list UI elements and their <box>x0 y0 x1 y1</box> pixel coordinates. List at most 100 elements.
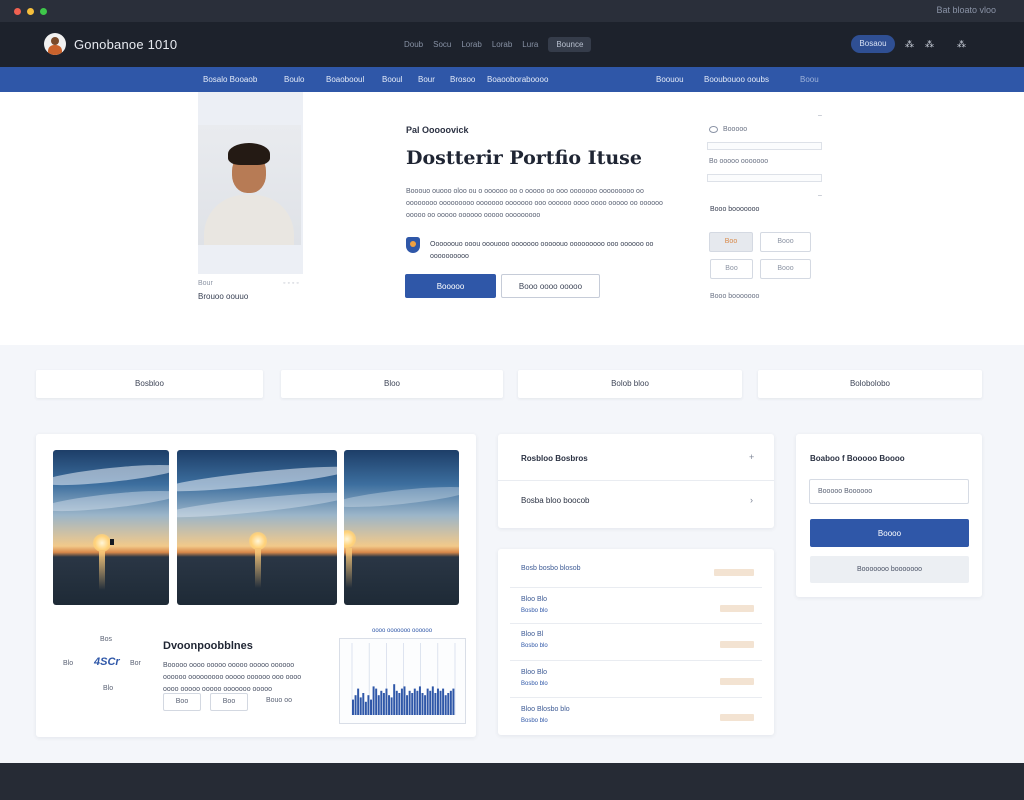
photo-caption: Bour <box>198 280 213 287</box>
chart-bar <box>364 701 367 715</box>
nav-item[interactable]: Boaooboraboooo <box>487 75 548 84</box>
gallery-photo[interactable] <box>177 450 337 605</box>
chart-bar <box>411 693 414 715</box>
top-links: Doub Socu Lorab Lorab Lura Bounce <box>404 37 592 52</box>
hero-eyebrow: Pal Ooooovick <box>406 125 469 135</box>
gallery-photo[interactable] <box>53 450 169 605</box>
list-item-title[interactable]: Bloo Bl <box>521 631 543 638</box>
tag-chip[interactable]: Boo <box>709 232 753 252</box>
list-item-title[interactable]: Bloo Blosbo blo <box>521 706 570 713</box>
top-link[interactable]: Lura <box>522 40 538 52</box>
footer <box>0 763 1024 800</box>
nav-item[interactable]: Boou <box>800 75 819 84</box>
nav-item[interactable]: Boouou <box>656 75 684 84</box>
form-submit-button[interactable]: Boooo <box>810 519 969 547</box>
accordion-item-title[interactable]: Rosbloo Bosbros <box>521 454 588 463</box>
tag-chip[interactable]: Booo <box>760 232 811 252</box>
chart-bar <box>372 686 375 715</box>
maximize-window-icon[interactable] <box>40 8 47 15</box>
tag-chip[interactable]: Boo <box>710 259 753 279</box>
tag-chip[interactable]: Booo <box>760 259 811 279</box>
chart-bar <box>429 690 432 715</box>
chart-bar <box>367 695 370 715</box>
secondary-cta-button[interactable]: Booo oooo ooooo <box>501 274 600 298</box>
hero-description: Booouo ouooo oloo ou o oooooo oo o ooooo… <box>406 188 663 219</box>
chart-bar <box>354 695 357 715</box>
chart-svg <box>351 643 456 715</box>
avatar-logo-icon[interactable] <box>44 33 66 55</box>
gallery-side-label: Blo <box>103 685 114 692</box>
chart-bar <box>421 693 424 715</box>
page-title: Dostterir Portfio Ituse <box>406 147 642 169</box>
plus-icon[interactable]: + <box>749 452 754 462</box>
nav-item[interactable]: Booubouoo ooubs <box>704 75 769 84</box>
list-item-sub: Bosbo blo <box>521 681 548 687</box>
gallery-chip[interactable]: Boo <box>163 693 201 711</box>
photo-meta: ◦ ◦ ◦ ◦ <box>283 280 299 287</box>
chart-bar <box>449 690 452 715</box>
minimize-window-icon[interactable] <box>27 8 34 15</box>
status-badge <box>720 641 754 648</box>
top-cta-button[interactable]: Bosaou <box>851 35 895 53</box>
eye-icon <box>709 126 718 133</box>
nav-item[interactable]: Booul <box>382 75 402 84</box>
profile-portrait <box>198 125 301 245</box>
chart-bar <box>385 688 388 715</box>
grid-icon[interactable]: ⁂ <box>905 39 914 50</box>
stat-card[interactable]: Bosbloo <box>36 370 263 398</box>
gallery-photo[interactable] <box>344 450 459 605</box>
form-secondary-button[interactable]: Booooooo booooooo <box>810 556 969 583</box>
user-icon[interactable]: ⁂ <box>925 39 934 50</box>
list-item-title[interactable]: Bloo Blo <box>521 669 547 676</box>
stat-card[interactable]: Bolobolobo <box>758 370 982 398</box>
top-link[interactable]: Lorab <box>492 40 512 52</box>
chart-bar <box>403 686 406 715</box>
top-link-active[interactable]: Bounce <box>548 37 592 52</box>
chart-bar <box>357 688 360 715</box>
gallery-side-label: Bos <box>100 636 113 643</box>
chevron-right-icon[interactable]: › <box>750 495 753 505</box>
chart-bar <box>413 688 416 715</box>
nav-item[interactable]: Bour <box>418 75 435 84</box>
gallery-chip[interactable]: Boo <box>210 693 248 711</box>
chart-bar <box>352 699 354 715</box>
chart-bar <box>395 690 398 715</box>
chart-bar <box>400 688 403 715</box>
aside-divider-icon: – <box>818 192 822 199</box>
bell-icon[interactable]: ⁂ <box>957 39 966 50</box>
stat-card[interactable]: Bloo <box>281 370 503 398</box>
aside-search-input[interactable] <box>707 142 822 150</box>
nav-item[interactable]: Bosalo Booaob <box>203 75 257 84</box>
chart-bar <box>416 690 419 715</box>
top-link[interactable]: Socu <box>433 40 451 52</box>
list-item-sub: Bosbo blo <box>521 643 548 649</box>
list-item-title[interactable]: Bloo Blo <box>521 596 547 603</box>
close-window-icon[interactable] <box>14 8 21 15</box>
divider <box>498 480 774 481</box>
aside-collapse-icon[interactable]: – <box>818 112 822 119</box>
chart-bar <box>362 693 365 715</box>
nav-item[interactable]: Boaobooul <box>326 75 364 84</box>
chart-bar <box>442 688 445 715</box>
top-link[interactable]: Lorab <box>461 40 481 52</box>
chart-bar <box>447 693 450 715</box>
status-badge <box>720 678 754 685</box>
primary-cta-button[interactable]: Booooo <box>405 274 496 298</box>
divider <box>510 660 762 661</box>
aside-filter-input[interactable] <box>707 174 822 182</box>
form-input[interactable]: Booooo Boooooo <box>809 479 969 504</box>
stat-card[interactable]: Bolob bloo <box>518 370 742 398</box>
nav-item[interactable]: Boulo <box>284 75 304 84</box>
top-link[interactable]: Doub <box>404 40 423 52</box>
chart-bar <box>444 695 447 715</box>
gallery-side-label: Bor <box>130 660 141 667</box>
nav-item[interactable]: Brosoo <box>450 75 475 84</box>
accordion-item-title[interactable]: Bosba bloo boocob <box>521 496 590 505</box>
divider <box>510 697 762 698</box>
divider <box>510 623 762 624</box>
gallery-stat-value: 4SCr <box>94 656 120 668</box>
gallery-chip[interactable]: Bouo oo <box>256 693 302 711</box>
aside-tags-heading: Booo booooooo <box>710 206 760 213</box>
brand-name[interactable]: Gonobanoe 1010 <box>74 37 177 52</box>
chart-bar <box>439 690 442 715</box>
